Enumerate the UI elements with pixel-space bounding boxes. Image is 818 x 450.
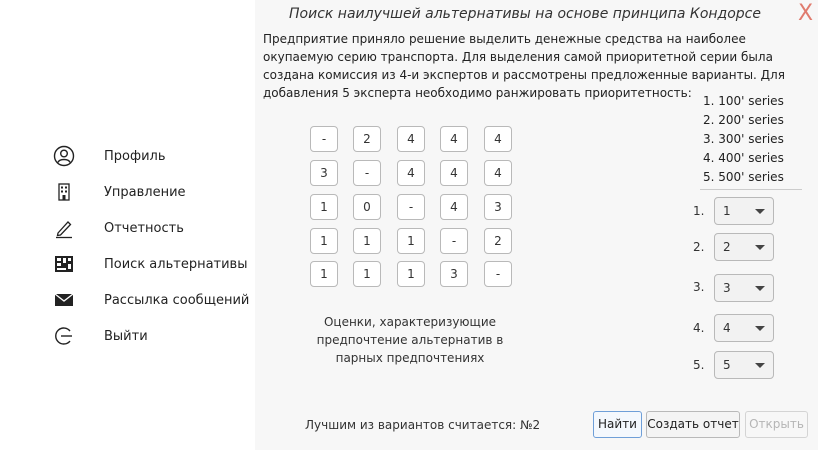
rank-select-value: 1 bbox=[723, 204, 731, 218]
rank-select-value: 2 bbox=[723, 240, 731, 254]
rank-label: 4. bbox=[693, 321, 705, 335]
matrix-cell[interactable]: 2 bbox=[353, 126, 381, 152]
sidebar-item-label: Выйти bbox=[104, 328, 148, 344]
matrix-cell[interactable]: 1 bbox=[353, 261, 381, 287]
matrix-cell[interactable]: 4 bbox=[484, 160, 512, 186]
close-icon[interactable]: X bbox=[798, 0, 813, 28]
chevron-down-icon bbox=[755, 245, 765, 250]
main-panel: Поиск наилучшей альтернативы на основе п… bbox=[255, 0, 818, 450]
chevron-down-icon bbox=[755, 286, 765, 291]
rank-label: 2. bbox=[693, 240, 705, 254]
matrix-cell[interactable]: 1 bbox=[353, 228, 381, 254]
matrix-cell[interactable]: 3 bbox=[310, 160, 338, 186]
rank-select-3[interactable]: 3 bbox=[714, 274, 774, 302]
sidebar-item-management[interactable]: Управление bbox=[52, 178, 252, 206]
chevron-down-icon bbox=[755, 209, 765, 214]
rank-select-value: 3 bbox=[723, 281, 731, 295]
matrix-cell[interactable]: 3 bbox=[440, 261, 468, 287]
result-text: Лучшим из вариантов считается: №2 bbox=[305, 418, 541, 432]
sidebar-item-label: Отчетность bbox=[104, 220, 184, 236]
sidebar-item-label: Поиск альтернативы bbox=[104, 256, 248, 272]
matrix-cell[interactable]: 0 bbox=[353, 194, 381, 220]
sidebar-item-label: Рассылка сообщений bbox=[104, 292, 250, 308]
matrix-cell[interactable]: 4 bbox=[440, 194, 468, 220]
matrix-cell[interactable]: 4 bbox=[440, 126, 468, 152]
matrix-cell[interactable]: 4 bbox=[484, 126, 512, 152]
user-icon bbox=[52, 144, 76, 168]
building-icon bbox=[52, 180, 76, 204]
chevron-down-icon bbox=[755, 363, 765, 368]
matrix-cell[interactable]: 1 bbox=[397, 228, 425, 254]
matrix-cell[interactable]: 1 bbox=[310, 228, 338, 254]
rank-select-4[interactable]: 4 bbox=[714, 314, 774, 342]
matrix-cell[interactable]: 4 bbox=[397, 160, 425, 186]
matrix-cell[interactable]: 3 bbox=[484, 194, 512, 220]
matrix-cell[interactable]: 1 bbox=[397, 261, 425, 287]
series-item: 2. 200' series bbox=[703, 113, 784, 127]
matrix-cell[interactable]: 1 bbox=[310, 194, 338, 220]
matrix-cell[interactable]: - bbox=[397, 194, 425, 220]
rank-select-2[interactable]: 2 bbox=[714, 233, 774, 261]
rank-select-1[interactable]: 1 bbox=[714, 197, 774, 225]
matrix-caption: Оценки, характеризующие предпочтение аль… bbox=[316, 315, 504, 365]
pencil-icon bbox=[52, 216, 76, 240]
rank-label: 3. bbox=[693, 280, 705, 294]
sidebar-item-search-alternative[interactable]: Поиск альтернативы bbox=[52, 250, 252, 278]
find-button[interactable]: Найти bbox=[593, 411, 642, 438]
matrix-cell[interactable]: 1 bbox=[310, 261, 338, 287]
open-button: Открыть bbox=[745, 411, 808, 438]
matrix-cell[interactable]: 2 bbox=[484, 228, 512, 254]
matrix-cell[interactable]: 4 bbox=[397, 126, 425, 152]
sidebar-item-mailing[interactable]: Рассылка сообщений bbox=[52, 286, 252, 314]
matrix-cell[interactable]: - bbox=[484, 261, 512, 287]
series-list: 1. 100' series 2. 200' series 3. 300' se… bbox=[700, 92, 802, 190]
sidebar-item-profile[interactable]: Профиль bbox=[52, 142, 252, 170]
rank-select-5[interactable]: 5 bbox=[714, 351, 774, 379]
rank-select-value: 4 bbox=[723, 321, 731, 335]
series-item: 4. 400' series bbox=[703, 151, 784, 165]
matrix-cell[interactable]: - bbox=[440, 228, 468, 254]
grid-icon bbox=[52, 252, 76, 276]
matrix-cell[interactable]: 4 bbox=[440, 160, 468, 186]
sidebar-item-reports[interactable]: Отчетность bbox=[52, 214, 252, 242]
create-report-button[interactable]: Создать отчет bbox=[646, 411, 740, 438]
chevron-down-icon bbox=[755, 326, 765, 331]
logout-icon bbox=[52, 324, 76, 348]
sidebar: Профиль Управление Отчетность Поиск альт… bbox=[0, 0, 255, 450]
matrix-cell[interactable]: - bbox=[310, 126, 338, 152]
sidebar-item-logout[interactable]: Выйти bbox=[52, 322, 252, 350]
sidebar-item-label: Управление bbox=[104, 184, 186, 200]
series-item: 1. 100' series bbox=[703, 94, 784, 108]
sidebar-item-label: Профиль bbox=[104, 148, 166, 164]
series-item: 5. 500' series bbox=[703, 170, 784, 184]
series-item: 3. 300' series bbox=[703, 132, 784, 146]
envelope-icon bbox=[52, 288, 76, 312]
rank-select-value: 5 bbox=[723, 358, 731, 372]
matrix-cell[interactable]: - bbox=[353, 160, 381, 186]
rank-label: 1. bbox=[693, 204, 705, 218]
page-title: Поиск наилучшей альтернативы на основе п… bbox=[289, 6, 761, 22]
rank-label: 5. bbox=[693, 358, 705, 372]
